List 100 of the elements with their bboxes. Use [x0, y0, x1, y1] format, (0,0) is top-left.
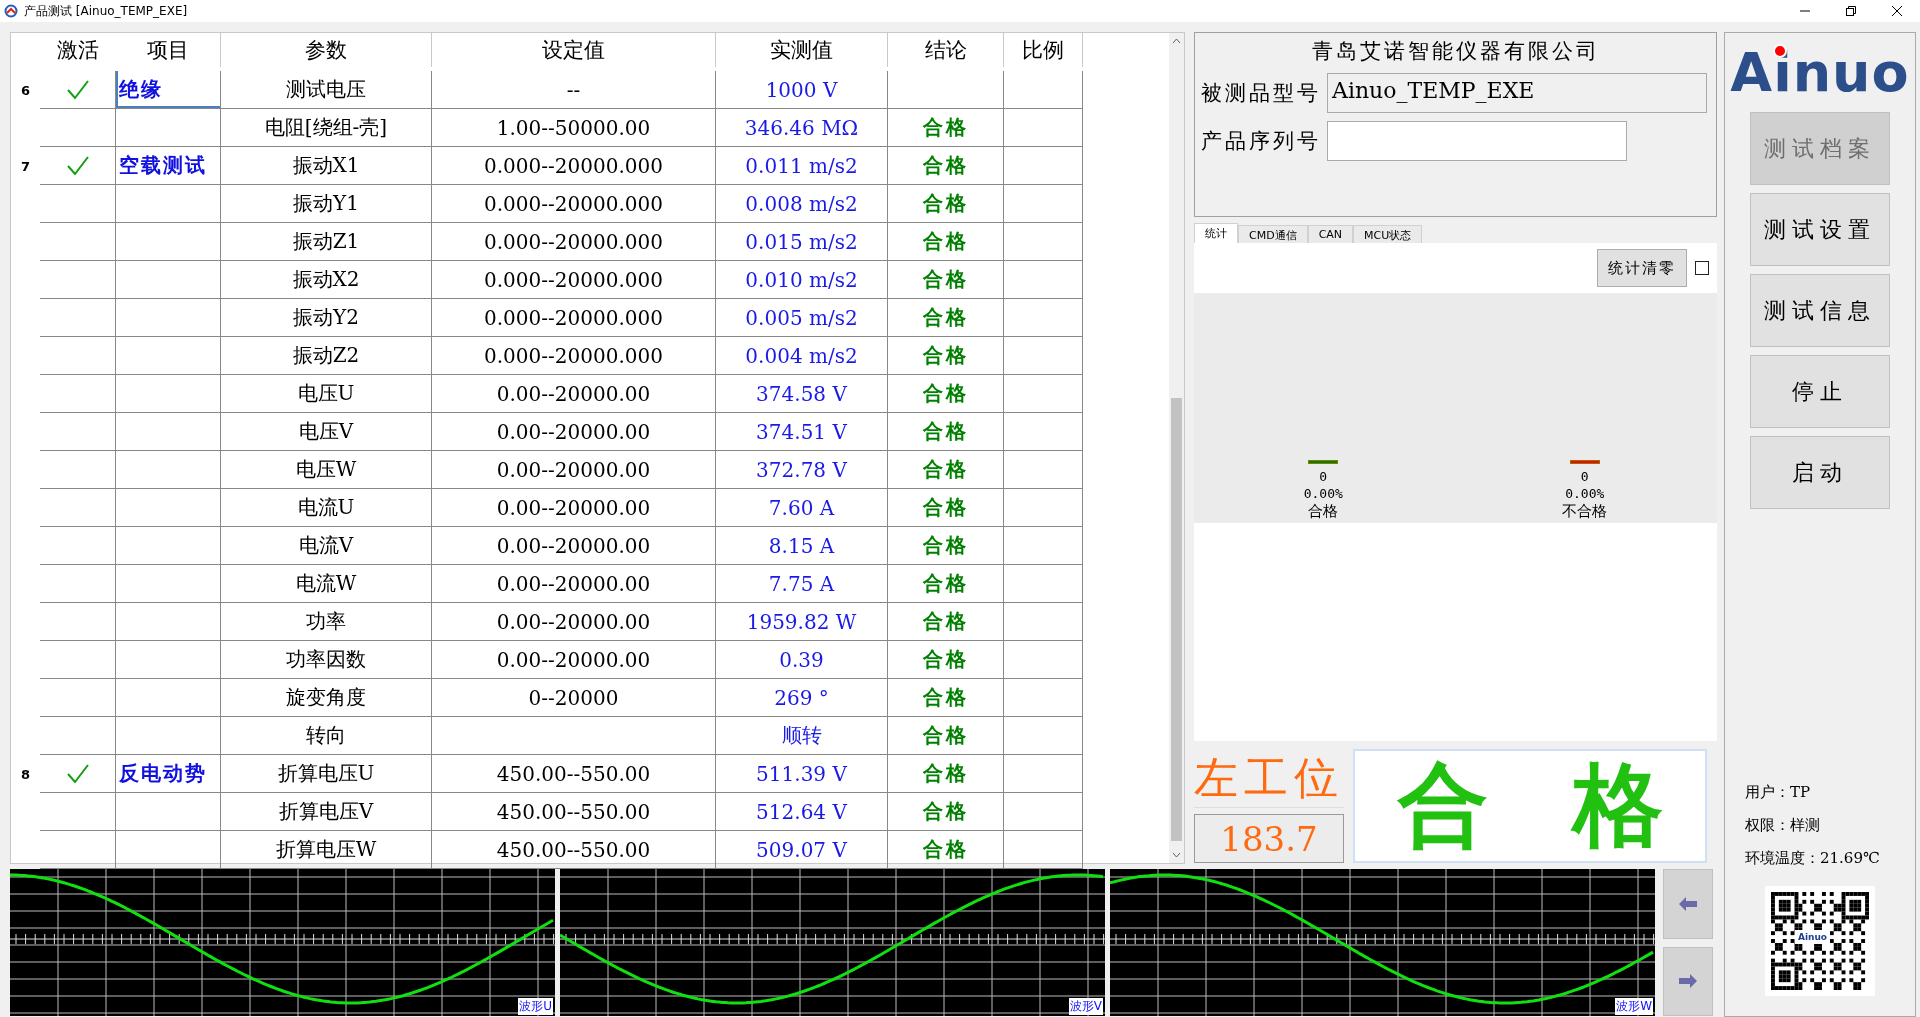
previous-button[interactable]	[1663, 869, 1713, 939]
item-cell[interactable]	[116, 641, 221, 679]
table-cell: 合格	[888, 147, 1004, 185]
item-cell[interactable]	[116, 299, 221, 337]
row-number: 6	[20, 82, 30, 98]
table-cell: 合格	[888, 299, 1004, 337]
sidebar-button[interactable]: 启动	[1750, 436, 1890, 509]
table-cell: 合格	[888, 223, 1004, 261]
item-cell[interactable]	[116, 565, 221, 603]
table-cell: 0.00--20000.00	[432, 489, 716, 527]
item-cell[interactable]	[116, 793, 221, 831]
field-label: 被测品型号	[1201, 80, 1321, 107]
row-number: 7	[20, 158, 30, 174]
table-cell: 0.011 m/s2	[716, 147, 888, 185]
column-header: 设定值	[432, 33, 716, 67]
column-header: 实测值	[716, 33, 888, 67]
qr-label: Ainuo	[1795, 930, 1831, 944]
item-cell[interactable]	[116, 717, 221, 755]
item-cell[interactable]: 绝缘	[116, 71, 221, 109]
table-cell: 0.00--20000.00	[432, 451, 716, 489]
table-cell: 0.000--20000.000	[432, 147, 716, 185]
table-cell: 转向	[221, 717, 432, 755]
table-cell: 0.00--20000.00	[432, 413, 716, 451]
tab[interactable]: CMD通信	[1238, 225, 1308, 243]
user-info-text: 权限：样测	[1745, 816, 1821, 835]
item-cell[interactable]	[116, 413, 221, 451]
item-cell[interactable]	[116, 337, 221, 375]
tab[interactable]: MCU状态	[1353, 225, 1423, 243]
checkbox[interactable]	[1695, 261, 1709, 275]
item-cell[interactable]	[116, 527, 221, 565]
table-cell: 电压V	[221, 413, 432, 451]
table-cell: 合格	[888, 261, 1004, 299]
scroll-down-icon[interactable]	[1172, 852, 1181, 858]
app-icon	[4, 4, 18, 18]
item-cell[interactable]	[116, 451, 221, 489]
table-cell: 电流V	[221, 527, 432, 565]
table-cell: 振动Y2	[221, 299, 432, 337]
table-cell: 旋变角度	[221, 679, 432, 717]
sidebar-button[interactable]: 测试信息	[1750, 274, 1890, 347]
table-cell: 0--20000	[432, 679, 716, 717]
table-cell: 1.00--50000.00	[432, 109, 716, 147]
table-cell: 折算电压V	[221, 793, 432, 831]
table-cell: 0.015 m/s2	[716, 223, 888, 261]
item-cell[interactable]: 反电动势	[116, 755, 221, 793]
table-cell: 合格	[888, 679, 1004, 717]
sidebar-button[interactable]: 停止	[1750, 355, 1890, 428]
tab[interactable]: CAN	[1307, 225, 1354, 243]
table-cell: 合格	[888, 375, 1004, 413]
restore-icon	[1846, 6, 1856, 16]
table-cell: 合格	[888, 451, 1004, 489]
table-cell: 512.64 V	[716, 793, 888, 831]
table-cell: 振动X2	[221, 261, 432, 299]
item-cell[interactable]	[116, 109, 221, 147]
item-cell[interactable]	[116, 489, 221, 527]
waveform-label: 波形U	[518, 998, 553, 1015]
stat-count: 0	[1319, 468, 1328, 485]
table-cell: 0.000--20000.000	[432, 185, 716, 223]
item-cell[interactable]	[116, 223, 221, 261]
table-cell: 合格	[888, 717, 1004, 755]
table-cell: 合格	[888, 185, 1004, 223]
scroll-up-icon[interactable]	[1172, 38, 1181, 44]
item-cell[interactable]	[116, 261, 221, 299]
table-cell: 0.000--20000.000	[432, 223, 716, 261]
table-cell: 346.46 MΩ	[716, 109, 888, 147]
brand-logo: Ainuo	[1730, 41, 1910, 104]
user-info-text: 环境温度：21.69℃	[1745, 849, 1881, 868]
item-cell[interactable]	[116, 185, 221, 223]
table-cell: 372.78 V	[716, 451, 888, 489]
table-cell: 合格	[888, 413, 1004, 451]
stat-label: 不合格	[1562, 502, 1608, 521]
reset-stats-button[interactable]: 统计清零	[1597, 249, 1687, 287]
table-cell: 电阻[绕组-壳]	[221, 109, 432, 147]
scrollbar[interactable]	[1169, 33, 1184, 863]
field-label: 产品序列号	[1201, 128, 1321, 155]
verdict-text: 合	[1397, 751, 1488, 859]
table-cell: 合格	[888, 603, 1004, 641]
column-header: 结论	[888, 33, 1004, 67]
input-field[interactable]: Ainuo_TEMP_EXE	[1327, 73, 1707, 113]
table-cell: 合格	[888, 641, 1004, 679]
item-cell[interactable]	[116, 375, 221, 413]
column-header: 参数	[221, 33, 432, 67]
next-button[interactable]	[1663, 946, 1713, 1016]
table-cell: 顺转	[716, 717, 888, 755]
table-cell: 电流U	[221, 489, 432, 527]
table-cell: 7.75 A	[716, 565, 888, 603]
sidebar-button[interactable]: 测试设置	[1750, 193, 1890, 266]
table-cell: 振动Y1	[221, 185, 432, 223]
item-cell[interactable]	[116, 679, 221, 717]
item-cell[interactable]: 空载测试	[116, 147, 221, 185]
table-cell: 合格	[888, 755, 1004, 793]
input-field[interactable]	[1327, 121, 1627, 161]
table-cell: 0.004 m/s2	[716, 337, 888, 375]
arrow-left-icon	[1679, 896, 1697, 911]
table-cell: 0.000--20000.000	[432, 261, 716, 299]
verdict-text: 格	[1572, 751, 1663, 859]
table-cell: 1000 V	[716, 71, 888, 109]
tab[interactable]: 统计	[1194, 223, 1238, 243]
column-header: 项目	[116, 33, 221, 67]
stat-label: 合格	[1308, 502, 1339, 521]
item-cell[interactable]	[116, 603, 221, 641]
